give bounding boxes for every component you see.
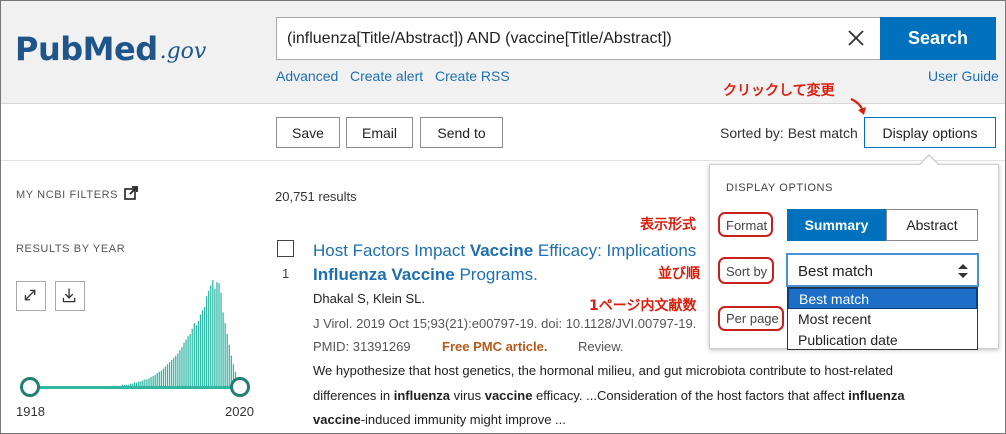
popup-caret-inner — [920, 156, 938, 165]
create-alert-link[interactable]: Create alert — [350, 68, 423, 84]
histogram-bar[interactable] — [218, 283, 220, 388]
result-citation: J Virol. 2019 Oct 15;93(21):e00797-19. d… — [313, 316, 697, 331]
title-text: Efficacy: Implications — [533, 241, 697, 260]
histogram-bar[interactable] — [175, 355, 177, 388]
per-page-label: Per page — [726, 311, 779, 326]
histogram-bar[interactable] — [206, 296, 208, 388]
sort-option-best-match[interactable]: Best match — [788, 288, 977, 309]
annotation-format: 表示形式 — [640, 217, 696, 233]
annotation-per-page: 1ページ内文献数 — [589, 298, 697, 314]
title-highlight: Influenza — [313, 265, 387, 284]
sort-option-publication-date[interactable]: Publication date — [788, 330, 977, 351]
histogram-bar[interactable] — [164, 366, 167, 388]
year-slider-track[interactable] — [29, 386, 240, 389]
histogram-bar[interactable] — [216, 282, 218, 388]
pubmed-logo[interactable]: Pub Med .gov — [15, 21, 206, 65]
logo-med-text: Med — [82, 30, 158, 68]
histogram-bar[interactable] — [171, 359, 173, 388]
histogram-bar[interactable] — [189, 334, 191, 388]
histogram-bar[interactable] — [201, 310, 204, 388]
display-options-button[interactable]: Display options — [864, 117, 996, 148]
histogram-bar[interactable] — [168, 362, 171, 388]
format-summary-button[interactable]: Summary — [787, 209, 886, 241]
result-pmid: PMID: 31391269 — [313, 339, 411, 354]
histogram-bar[interactable] — [185, 339, 187, 388]
histogram-bar[interactable] — [181, 346, 183, 388]
clear-icon[interactable] — [846, 28, 866, 48]
histogram-bar[interactable] — [224, 323, 226, 388]
format-abstract-button[interactable]: Abstract — [886, 209, 978, 241]
result-title-line1[interactable]: Host Factors Impact Vaccine Efficacy: Im… — [313, 241, 696, 261]
result-number: 1 — [282, 266, 290, 281]
annotation-click-change: クリックして変更 — [723, 83, 835, 99]
histogram-bar[interactable] — [226, 334, 228, 388]
title-highlight: Vaccine — [391, 265, 455, 284]
histogram-bar[interactable] — [222, 312, 224, 388]
histogram-bar[interactable] — [210, 285, 212, 388]
histogram-bar[interactable] — [173, 357, 175, 388]
year-slider-end-handle[interactable] — [230, 377, 250, 397]
my-ncbi-filters-heading: MY NCBI FILTERS — [16, 189, 119, 201]
sort-by-dropdown: Best match Most recent Publication date — [787, 287, 978, 350]
histogram-bar[interactable] — [228, 344, 230, 388]
user-guide-link[interactable]: User Guide — [928, 68, 999, 84]
histogram-bar[interactable] — [214, 288, 216, 388]
histogram-bar[interactable] — [179, 350, 181, 388]
result-title-line2[interactable]: Influenza Vaccine Programs. — [313, 265, 538, 285]
result-snippet-line2: differences in influenza virus vaccine e… — [313, 388, 905, 403]
histogram-bar[interactable] — [166, 364, 169, 388]
title-highlight: Vaccine — [469, 241, 534, 260]
year-end-label: 2020 — [225, 404, 254, 419]
histogram-bar[interactable] — [183, 342, 185, 388]
histogram-bar[interactable] — [195, 325, 197, 388]
toolbar-divider — [1, 160, 1005, 161]
display-options-heading: DISPLAY OPTIONS — [726, 182, 834, 194]
histogram-bar[interactable] — [197, 321, 200, 388]
review-badge: Review. — [578, 339, 624, 354]
histogram-bar[interactable] — [177, 353, 179, 388]
histogram-bar[interactable] — [212, 280, 214, 388]
histogram-bar[interactable] — [199, 314, 202, 388]
sort-option-most-recent[interactable]: Most recent — [788, 309, 977, 330]
save-button[interactable]: Save — [276, 117, 340, 148]
histogram-bar[interactable] — [208, 290, 210, 388]
results-by-year-heading: RESULTS BY YEAR — [16, 243, 126, 255]
search-input[interactable] — [277, 18, 837, 59]
format-label: Format — [726, 218, 768, 233]
title-text: Host Factors Impact — [313, 241, 470, 260]
search-box — [276, 17, 881, 60]
external-link-icon[interactable] — [124, 186, 138, 200]
histogram-bar[interactable] — [193, 323, 195, 388]
sort-by-select[interactable]: Best match — [787, 254, 978, 286]
email-button[interactable]: Email — [346, 117, 413, 148]
result-snippet-line3: vaccine-induced immunity might improve .… — [313, 412, 566, 427]
histogram-bar[interactable] — [187, 336, 189, 388]
results-count: 20,751 results — [275, 189, 357, 204]
title-text: Programs. — [454, 265, 538, 284]
create-rss-link[interactable]: Create RSS — [435, 68, 510, 84]
logo-pub-text: Pub — [15, 30, 83, 68]
send-to-button[interactable]: Send to — [420, 117, 503, 148]
search-button[interactable]: Search — [880, 17, 996, 60]
select-arrows-icon — [958, 264, 968, 278]
annotation-arrow-icon — [850, 97, 866, 115]
year-slider-start-handle[interactable] — [20, 377, 40, 397]
result-checkbox[interactable] — [277, 240, 294, 257]
results-by-year-histogram[interactable] — [29, 277, 241, 389]
sorted-by-label: Sorted by: Best match — [720, 125, 858, 141]
histogram-bar[interactable] — [191, 328, 193, 388]
year-start-label: 1918 — [16, 404, 45, 419]
histogram-bar[interactable] — [203, 307, 206, 388]
logo-gov-text: .gov — [159, 39, 207, 64]
advanced-link[interactable]: Advanced — [276, 68, 338, 84]
pubmed-window: Pub Med .gov Search Advanced Create aler… — [0, 0, 1006, 434]
annotation-sort-order: 並び順 — [658, 266, 700, 282]
sort-by-selected-value: Best match — [798, 263, 874, 280]
sort-by-label: Sort by — [726, 264, 768, 279]
result-authors: Dhakal S, Klein SL. — [313, 291, 426, 306]
result-snippet-line1: We hypothesize that host genetics, the h… — [313, 363, 894, 378]
free-pmc-badge: Free PMC article. — [442, 339, 548, 354]
histogram-bar[interactable] — [220, 292, 222, 388]
